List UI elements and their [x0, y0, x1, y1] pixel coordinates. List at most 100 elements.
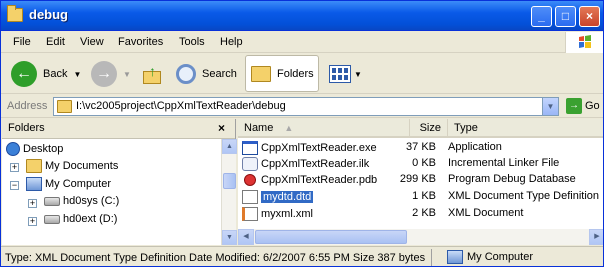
files-horizontal-scrollbar[interactable]: ◀ ▶: [238, 229, 603, 245]
drive-icon: [44, 214, 60, 224]
file-type: XML Document: [448, 207, 524, 219]
scroll-up-button[interactable]: ▲: [222, 139, 237, 154]
close-button[interactable]: ×: [579, 6, 600, 27]
status-zone-label: My Computer: [467, 251, 534, 263]
scroll-thumb[interactable]: [255, 230, 407, 244]
file-row[interactable]: myxml.xml 2 KB XML Document: [242, 205, 602, 222]
menu-edit[interactable]: Edit: [46, 36, 65, 48]
address-bar: Address I:\vc2005project\CppXmlTextReade…: [1, 95, 603, 118]
tree-item-drive-c[interactable]: hd0sys (C:): [44, 195, 119, 207]
column-header-name[interactable]: Name ▲: [238, 119, 410, 138]
address-dropdown-button[interactable]: ▼: [542, 98, 558, 115]
tree-item-desktop[interactable]: Desktop: [6, 142, 63, 156]
back-label: Back: [43, 68, 68, 80]
pdb-icon: [244, 173, 256, 186]
status-zone: My Computer: [447, 250, 533, 264]
file-row-selected[interactable]: mydtd.dtd 1 KB XML Document Type Definit…: [242, 188, 602, 205]
computer-icon: [447, 250, 463, 264]
chevron-down-icon: ▼: [123, 69, 131, 79]
expand-toggle[interactable]: +: [10, 163, 19, 172]
back-arrow-icon: ←: [11, 61, 37, 87]
address-label: Address: [7, 100, 48, 112]
column-header-label: Name: [244, 122, 274, 134]
up-folder-button[interactable]: ↑: [142, 57, 164, 91]
address-value: I:\vc2005project\CppXmlTextReader\debug: [76, 100, 286, 112]
sort-up-icon: ▲: [284, 123, 294, 133]
expand-toggle[interactable]: +: [28, 217, 37, 226]
go-arrow-icon: →: [566, 98, 582, 114]
file-size: 1 KB: [412, 190, 436, 202]
file-list: Name ▲ Size Type CppXmlTextReader.exe 37…: [238, 119, 603, 245]
file-row[interactable]: CppXmlTextReader.pdb 299 KB Program Debu…: [242, 171, 602, 188]
back-button[interactable]: ← Back ▼: [11, 57, 81, 91]
file-row[interactable]: CppXmlTextReader.exe 37 KB Application: [242, 139, 602, 156]
tree-item-label: hd0sys (C:): [63, 195, 120, 207]
desktop-icon: [6, 142, 20, 156]
folders-button[interactable]: Folders: [245, 55, 319, 92]
ilk-icon: [242, 156, 258, 171]
file-name: CppXmlTextReader.ilk: [261, 157, 370, 170]
file-size: 37 KB: [406, 141, 436, 153]
computer-icon: [26, 177, 42, 191]
folders-pane-title: Folders: [8, 122, 45, 134]
chevron-down-icon: ▼: [354, 69, 362, 79]
maximize-button[interactable]: □: [555, 6, 576, 27]
tree-item-drive-d[interactable]: hd0ext (D:): [44, 213, 117, 225]
file-size: 299 KB: [399, 173, 436, 185]
views-button[interactable]: ▼: [329, 57, 362, 91]
folders-pane-header: Folders ×: [2, 119, 235, 139]
tree-item-label: My Computer: [45, 178, 112, 190]
up-folder-icon: ↑: [142, 63, 164, 85]
title-bar[interactable]: debug _ □ ×: [1, 1, 603, 31]
file-type: XML Document Type Definition: [448, 190, 600, 202]
file-row[interactable]: CppXmlTextReader.ilk 0 KB Incremental Li…: [242, 155, 602, 172]
menu-help[interactable]: Help: [220, 36, 243, 48]
menu-tools[interactable]: Tools: [179, 36, 205, 48]
minimize-button[interactable]: _: [531, 6, 552, 27]
status-divider: [431, 249, 432, 266]
exe-icon: [242, 140, 258, 155]
column-header-size[interactable]: Size: [410, 119, 448, 138]
file-size: 0 KB: [412, 157, 436, 169]
close-icon[interactable]: ×: [218, 121, 225, 135]
column-header-type[interactable]: Type: [448, 119, 603, 138]
search-icon: [176, 64, 196, 84]
scroll-left-button[interactable]: ◀: [238, 229, 254, 245]
file-type: Application: [448, 141, 502, 153]
folder-icon: [7, 5, 23, 22]
tree-item-my-computer[interactable]: My Computer: [26, 177, 111, 191]
menu-file[interactable]: File: [13, 36, 31, 48]
toolbar: ← Back ▼ → ▼ ↑ Search Folders ▼: [1, 54, 603, 94]
folders-pane: Folders × Desktop + My Documents − My Co…: [2, 119, 237, 245]
menu-bar: File Edit View Favorites Tools Help: [1, 32, 603, 53]
search-button[interactable]: Search: [176, 57, 237, 91]
file-name: CppXmlTextReader.pdb: [261, 173, 378, 186]
file-type: Incremental Linker File: [448, 157, 560, 169]
dtd-icon: [242, 189, 258, 204]
scroll-right-button[interactable]: ▶: [589, 229, 603, 245]
tree-item-my-documents[interactable]: My Documents: [26, 159, 118, 173]
folders-vertical-scrollbar[interactable]: ▲ ▼: [221, 139, 237, 245]
file-name: myxml.xml: [261, 207, 313, 220]
forward-arrow-icon: →: [91, 61, 117, 87]
windows-logo-icon: [565, 32, 603, 53]
go-button[interactable]: → Go: [566, 98, 600, 114]
forward-button[interactable]: → ▼: [91, 57, 131, 91]
go-label: Go: [585, 100, 600, 112]
file-type: Program Debug Database: [448, 173, 576, 185]
views-icon: [329, 65, 351, 83]
folder-icon: [251, 65, 271, 82]
expand-toggle[interactable]: +: [28, 199, 37, 208]
scroll-down-button[interactable]: ▼: [222, 230, 237, 245]
address-input[interactable]: I:\vc2005project\CppXmlTextReader\debug …: [53, 97, 559, 116]
file-size: 2 KB: [412, 207, 436, 219]
file-name: mydtd.dtd: [259, 189, 315, 204]
menu-view[interactable]: View: [80, 36, 104, 48]
collapse-toggle[interactable]: −: [10, 181, 19, 190]
tree-item-label: Desktop: [23, 143, 64, 155]
scroll-thumb[interactable]: [223, 173, 236, 189]
tree-item-label: My Documents: [45, 160, 119, 172]
file-name: CppXmlTextReader.exe: [261, 141, 377, 154]
tree-item-label: hd0ext (D:): [63, 213, 118, 225]
menu-favorites[interactable]: Favorites: [118, 36, 163, 48]
